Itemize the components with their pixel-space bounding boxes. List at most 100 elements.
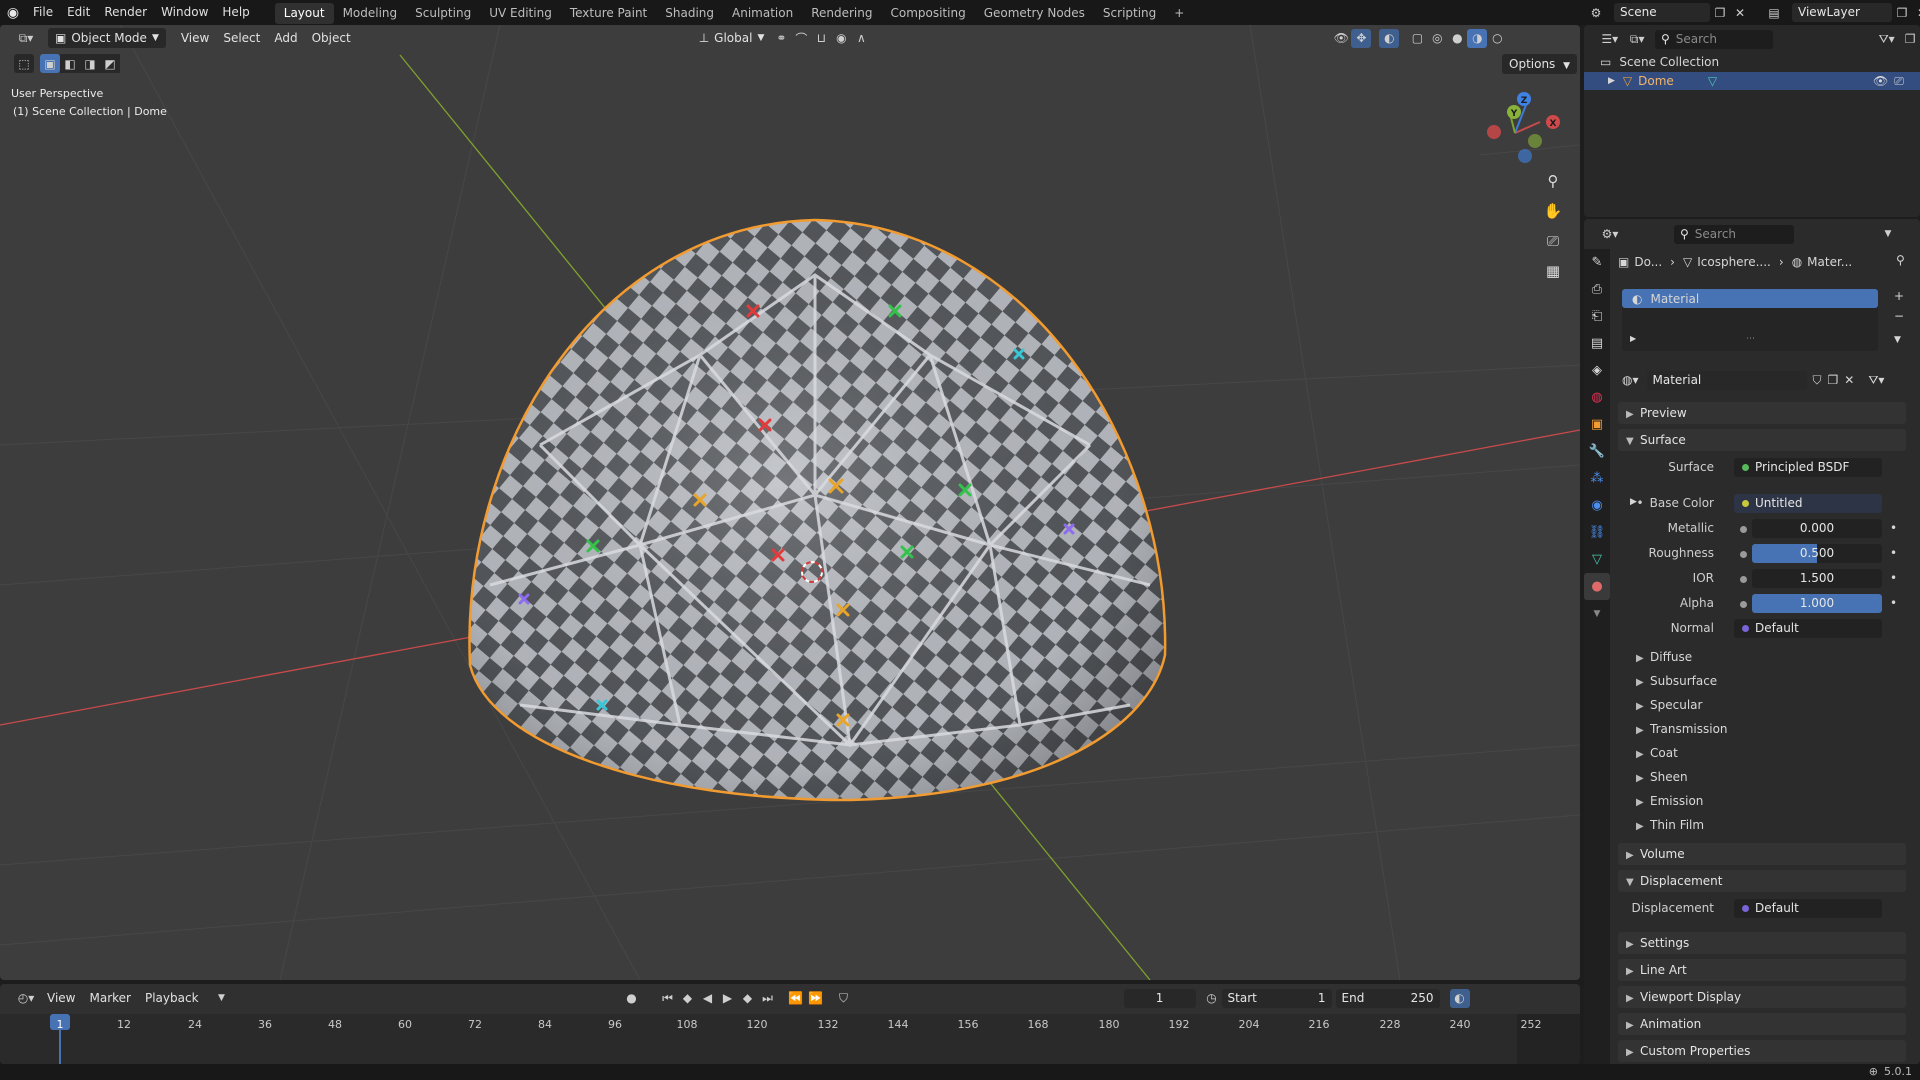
menu-object[interactable]: Object: [305, 28, 358, 48]
material-slot-item[interactable]: ◐ Material: [1622, 289, 1878, 308]
metallic-slider[interactable]: 0.000: [1752, 519, 1882, 538]
tab-uv-editing[interactable]: UV Editing: [480, 3, 561, 24]
jump-key-forward-icon[interactable]: ◆: [738, 989, 758, 1008]
outliner-editor[interactable]: ☰▾ ⧉▾ ⚲ Search ⛛▾ ❐ ▭ Scene Collection ▶…: [1584, 25, 1920, 217]
new-collection-icon[interactable]: ❐: [1900, 30, 1920, 49]
timeline-overlay-icon[interactable]: ◐: [1449, 988, 1470, 1008]
scene-tab-icon[interactable]: ◈: [1584, 357, 1610, 384]
properties-options-chevron-icon[interactable]: ▼: [1878, 225, 1898, 244]
breadcrumb-material[interactable]: Mater...: [1807, 255, 1852, 269]
panel-viewport-display[interactable]: ▶ Viewport Display: [1618, 986, 1906, 1008]
menu-view[interactable]: View: [174, 28, 216, 48]
eye-visibility-icon[interactable]: 👁: [1873, 74, 1888, 88]
timeline-menu-marker[interactable]: Marker: [82, 988, 137, 1008]
viewport-canvas[interactable]: X Z Y: [0, 25, 1580, 980]
tab-rendering[interactable]: Rendering: [802, 3, 881, 24]
display-mode-icon[interactable]: ⧉▾: [1623, 30, 1650, 49]
overlay-toggle-icon[interactable]: ◐: [1379, 28, 1400, 48]
new-view-layer-icon[interactable]: ❐: [1892, 3, 1912, 22]
outliner-editor-type-icon[interactable]: ☰▾: [1596, 30, 1623, 49]
wireframe-shading-icon[interactable]: ◎: [1427, 29, 1447, 48]
pan-hand-icon[interactable]: ✋: [1540, 198, 1566, 224]
timeline-menu-playback[interactable]: Playback: [138, 988, 206, 1008]
menu-render[interactable]: Render: [97, 0, 154, 25]
panel-displacement[interactable]: ▼ Displacement: [1618, 870, 1906, 892]
filter-icon[interactable]: ⛛▾: [1873, 30, 1900, 49]
blender-logo-icon[interactable]: ◉: [0, 3, 26, 22]
jump-start-icon[interactable]: ⏮: [658, 989, 678, 1008]
tab-scripting[interactable]: Scripting: [1094, 3, 1165, 24]
tab-texture-paint[interactable]: Texture Paint: [561, 3, 656, 24]
solid-shading-icon[interactable]: ●: [1447, 29, 1467, 48]
play-reverse-icon[interactable]: ◀: [698, 989, 718, 1008]
timeline-menu-view[interactable]: View: [40, 988, 82, 1008]
ior-field[interactable]: 1.500: [1752, 569, 1882, 588]
subpanel-diffuse[interactable]: ▶ Diffuse: [1636, 647, 1692, 667]
material-browse-icon[interactable]: ◍▾: [1622, 373, 1639, 387]
view-layer-icon[interactable]: ▤: [1764, 3, 1784, 22]
select-subtract-icon[interactable]: ◨: [80, 54, 100, 73]
panel-line-art[interactable]: ▶ Line Art: [1618, 959, 1906, 981]
rendered-shading-icon[interactable]: ○: [1487, 29, 1507, 48]
transform-orientation-dropdown[interactable]: ⊥ Global ▼: [692, 28, 772, 48]
grid-view-icon[interactable]: ▦: [1540, 258, 1566, 284]
tab-layout[interactable]: Layout: [274, 3, 334, 24]
normal-field[interactable]: Default: [1734, 619, 1882, 638]
outliner-row-scene-collection[interactable]: ▭ Scene Collection: [1600, 53, 1719, 71]
delete-scene-icon[interactable]: ✕: [1730, 3, 1750, 22]
options-dropdown[interactable]: Options ▼: [1502, 54, 1578, 74]
gizmo-toggle-icon[interactable]: ✥: [1351, 28, 1372, 48]
displacement-field[interactable]: Default: [1734, 899, 1882, 918]
panel-volume[interactable]: ▶ Volume: [1618, 843, 1906, 865]
scene-name-field[interactable]: Scene: [1614, 3, 1710, 22]
frame-end-field[interactable]: End 250: [1335, 988, 1440, 1008]
xray-icon[interactable]: ▢: [1407, 29, 1427, 48]
outliner-row-dome[interactable]: ▶ ▽ Dome ▽ 👁 ⎚: [1584, 72, 1920, 90]
subpanel-subsurface[interactable]: ▶ Subsurface: [1636, 671, 1717, 691]
tab-sculpting[interactable]: Sculpting: [406, 3, 480, 24]
play-icon[interactable]: ▶: [718, 989, 738, 1008]
subpanel-transmission[interactable]: ▶ Transmission: [1636, 719, 1728, 739]
scene-icon[interactable]: ⚙: [1586, 3, 1606, 22]
select-extend-icon[interactable]: ◧: [60, 54, 80, 73]
select-new-icon[interactable]: ▣: [40, 54, 60, 73]
material-name-field[interactable]: Material: [1646, 370, 1807, 390]
fake-user-shield-icon[interactable]: ⛉: [1813, 373, 1822, 388]
metallic-keyframe-dot-icon[interactable]: •: [1890, 521, 1897, 535]
auto-keying-icon[interactable]: ●: [622, 989, 642, 1008]
add-slot-icon[interactable]: +: [1894, 289, 1904, 303]
timeline-editor-type-icon[interactable]: ◴▾: [12, 989, 40, 1008]
menu-window[interactable]: Window: [154, 0, 215, 25]
menu-edit[interactable]: Edit: [60, 0, 97, 25]
render-tab-icon[interactable]: ⎙: [1584, 276, 1610, 303]
breadcrumb-mesh[interactable]: Icosphere....: [1697, 255, 1771, 269]
tab-shading[interactable]: Shading: [656, 3, 723, 24]
menu-help[interactable]: Help: [215, 0, 256, 25]
subpanel-sheen[interactable]: ▶ Sheen: [1636, 767, 1688, 787]
select-intersect-icon[interactable]: ◩: [100, 54, 120, 73]
proportional-editing-icon[interactable]: ◉: [831, 29, 851, 48]
current-frame-field[interactable]: 1: [1123, 988, 1196, 1008]
add-workspace-button[interactable]: +: [1165, 3, 1193, 24]
tab-modeling[interactable]: Modeling: [334, 3, 407, 24]
3d-viewport[interactable]: X Z Y ⧉▾ ▣ Object Mode ▼ View Select Add…: [0, 25, 1580, 980]
pivot-point-icon[interactable]: ⚭: [771, 29, 791, 48]
roughness-slider[interactable]: 0.500: [1752, 544, 1882, 563]
panel-settings[interactable]: ▶ Settings: [1618, 932, 1906, 954]
subpanel-coat[interactable]: ▶ Coat: [1636, 743, 1678, 763]
menu-select[interactable]: Select: [216, 28, 267, 48]
tab-compositing[interactable]: Compositing: [881, 3, 974, 24]
tab-animation[interactable]: Animation: [723, 3, 802, 24]
alpha-keyframe-dot-icon[interactable]: •: [1890, 596, 1897, 610]
menu-add[interactable]: Add: [267, 28, 304, 48]
snap-icon[interactable]: ⌒: [791, 29, 811, 48]
falloff-icon[interactable]: ∧: [851, 29, 871, 48]
base-color-field[interactable]: Untitled: [1734, 494, 1882, 513]
playhead-line[interactable]: [59, 1028, 61, 1064]
keyframe-prev-icon[interactable]: ⏪: [786, 989, 806, 1008]
snap-target-icon[interactable]: ⊔: [811, 29, 831, 48]
timeline-editor[interactable]: ◴▾ View Marker Playback ▼ ● ⏮ ◆ ◀ ▶ ◆ ⏭ …: [0, 984, 1580, 1064]
frame-start-field[interactable]: Start 1: [1221, 988, 1332, 1008]
world-tab-icon[interactable]: ◍: [1584, 384, 1610, 411]
new-scene-icon[interactable]: ❐: [1710, 3, 1730, 22]
